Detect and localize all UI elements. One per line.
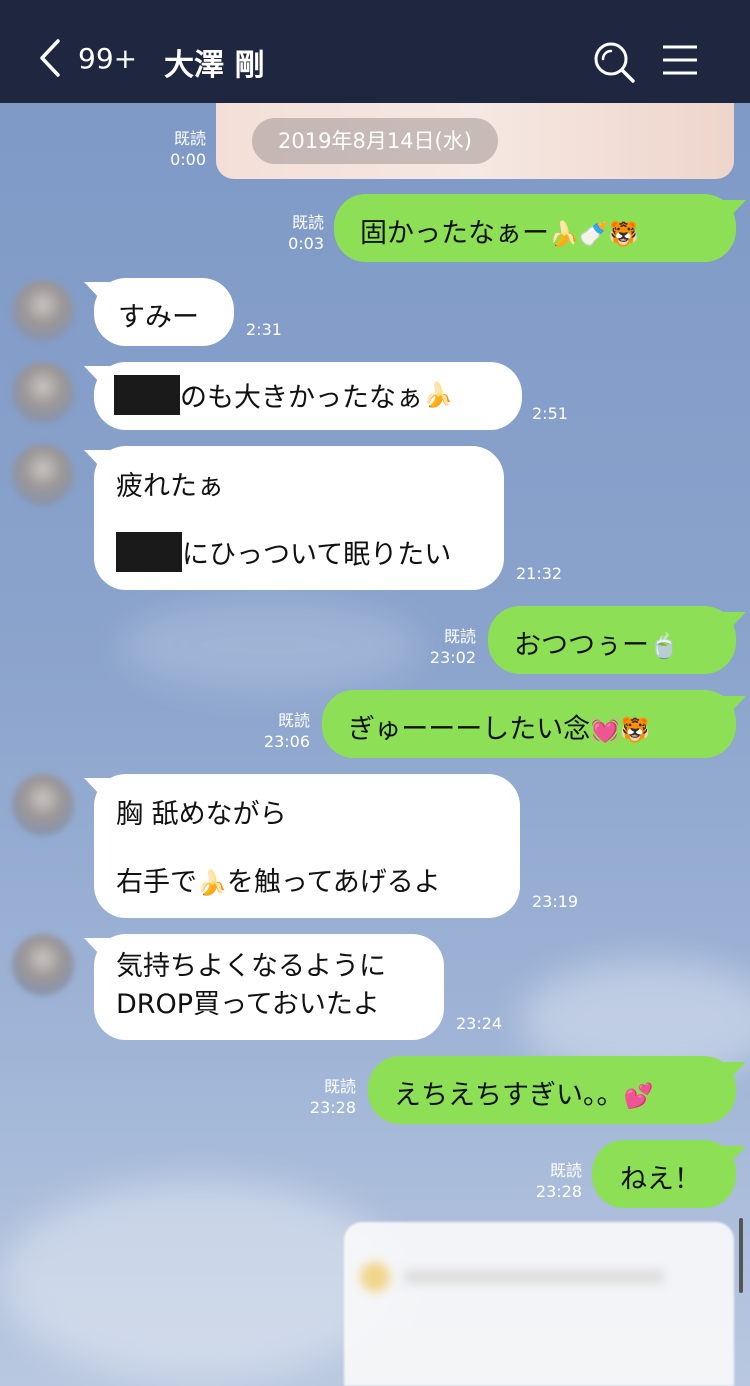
received-message-bubble[interactable]: 気持ちよくなるように DROP買っておいたよ: [94, 934, 444, 1040]
received-message-bubble[interactable]: のも大きかったなぁ🍌: [94, 362, 522, 430]
hamburger-menu-icon[interactable]: [662, 44, 698, 76]
message-meta: 既読 23:28: [526, 1160, 582, 1202]
message-time: 23:19: [532, 892, 579, 911]
message-meta: 既読 0:00: [150, 128, 206, 170]
chevron-left-icon[interactable]: [38, 38, 62, 78]
message-time: 23:06: [263, 732, 310, 751]
message-meta: 既読 23:28: [300, 1076, 356, 1118]
read-receipt: 既読: [291, 213, 324, 232]
message-time: 2:31: [246, 320, 282, 339]
chat-title: 大澤 剛: [164, 48, 265, 83]
avatar[interactable]: [12, 280, 74, 342]
date-separator: 2019年8月14日(水): [252, 118, 498, 164]
sent-message-bubble[interactable]: 固かったなぁー🍌🍼🐯: [334, 194, 736, 262]
avatar[interactable]: [12, 774, 74, 836]
banana-emoji-icon: 🍌: [197, 869, 227, 897]
received-message-bubble[interactable]: 胸 舐めながら 右手で🍌を触ってあげるよ: [94, 774, 520, 918]
read-receipt: 既読: [549, 1161, 582, 1180]
message-text-line: DROP買っておいたよ: [116, 989, 380, 1020]
message-text: ぎゅーーーしたい念: [348, 714, 591, 745]
message-text-line: を触ってあげるよ: [226, 867, 441, 898]
two-hearts-emoji-icon: 💕: [623, 1082, 654, 1110]
message-text-line: 気持ちよくなるように: [116, 951, 386, 982]
message-time: 0:00: [170, 150, 206, 169]
banana-bottle-tiger-emoji-icon: 🍌🍼🐯: [549, 220, 639, 248]
read-receipt: 既読: [277, 711, 310, 730]
message-time: 23:02: [429, 648, 476, 667]
message-time: 23:28: [309, 1098, 356, 1117]
read-receipt: 既読: [443, 627, 476, 646]
background-cloud: [120, 600, 420, 690]
blurred-message-card[interactable]: [344, 1222, 734, 1386]
avatar[interactable]: [12, 362, 74, 424]
avatar[interactable]: [12, 934, 74, 996]
message-time: 23:24: [456, 1014, 503, 1033]
message-text: えちえちすぎい。。: [394, 1080, 624, 1111]
message-time: 0:03: [288, 234, 324, 253]
message-time: 2:51: [532, 404, 568, 423]
message-meta: 既読 23:06: [254, 710, 310, 752]
redaction-block: [114, 375, 180, 415]
redaction-block: [116, 532, 182, 572]
message-text-line: 右手で: [116, 867, 197, 898]
sent-message-bubble[interactable]: おつつぅー🍵: [488, 606, 736, 674]
message-meta: 既読 0:03: [268, 212, 324, 254]
avatar[interactable]: [12, 444, 74, 506]
blurred-text: [404, 1270, 664, 1284]
heart-tiger-emoji-icon: 💓🐯: [590, 716, 650, 744]
received-message-bubble[interactable]: すみー: [94, 278, 234, 346]
tea-emoji-icon: 🍵: [649, 632, 679, 660]
message-text-line: にひっついて眠りたい: [182, 539, 452, 571]
message-text: ねえ！: [620, 1164, 701, 1195]
received-message-bubble[interactable]: 疲れたぁ にひっついて眠りたい: [94, 446, 504, 590]
unread-count[interactable]: 99+: [78, 42, 137, 75]
scrollbar[interactable]: [739, 1218, 743, 1293]
blurred-icon: [360, 1262, 390, 1292]
message-text-line: 疲れたぁ: [116, 471, 224, 502]
message-time: 21:32: [516, 564, 563, 583]
message-text: すみー: [118, 302, 199, 333]
search-icon[interactable]: [592, 40, 636, 84]
message-text: のも大きかったなぁ: [180, 382, 423, 414]
read-receipt: 既読: [323, 1077, 356, 1096]
sent-message-bubble[interactable]: ぎゅーーーしたい念💓🐯: [322, 690, 736, 758]
read-receipt: 既読: [173, 129, 206, 148]
message-time: 23:28: [535, 1182, 582, 1201]
message-text-line: 胸 舐めながら: [116, 799, 287, 830]
banana-emoji-icon: 🍌: [423, 381, 453, 409]
message-text: おつつぅー: [514, 630, 649, 661]
message-text: 固かったなぁー: [360, 218, 549, 249]
sent-message-bubble[interactable]: ねえ！: [592, 1140, 736, 1208]
background-cloud: [0, 1180, 400, 1380]
sent-message-bubble[interactable]: えちえちすぎい。。💕: [368, 1056, 736, 1124]
chat-header: 99+ 大澤 剛: [0, 0, 750, 103]
message-meta: 既読 23:02: [420, 626, 476, 668]
